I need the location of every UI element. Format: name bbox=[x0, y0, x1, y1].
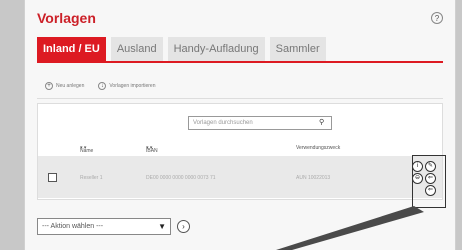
column-purpose: Verwendungszweck bbox=[296, 145, 341, 151]
row-name: Reseller 1 bbox=[80, 175, 103, 181]
tab-underline bbox=[37, 61, 443, 63]
search-icon[interactable]: ⚲ bbox=[319, 118, 324, 126]
dropdown-arrow-icon: ▼ bbox=[158, 222, 166, 231]
section-divider bbox=[37, 98, 443, 99]
plus-icon: + bbox=[45, 82, 53, 90]
tab-bar: Inland / EU Ausland Handy-Aufladung Samm… bbox=[37, 37, 326, 61]
import-templates-label: Vorlagen importieren bbox=[109, 83, 156, 89]
bulk-action-select[interactable]: --- Aktion wählen --- ▼ bbox=[37, 218, 171, 235]
column-name[interactable]: Name ▾ ▾ bbox=[80, 145, 93, 154]
table-row[interactable]: Reseller 1 DE00 0000 0000 0000 0073 71 A… bbox=[38, 156, 442, 198]
table-header: Name ▾ ▾ IBAN ▾ ▾ Verwendungszweck bbox=[38, 142, 442, 154]
search-input[interactable]: Vorlagen durchsuchen bbox=[188, 116, 332, 130]
column-iban[interactable]: IBAN ▾ ▾ bbox=[146, 145, 158, 154]
templates-panel: Vorlagen ? Inland / EU Ausland Handy-Auf… bbox=[24, 0, 456, 250]
action-links: + Neu anlegen ↓ Vorlagen importieren bbox=[45, 82, 156, 90]
templates-table: Vorlagen durchsuchen ⚲ Name ▾ ▾ IBAN ▾ ▾… bbox=[37, 103, 443, 200]
bulk-go-button[interactable]: › bbox=[177, 220, 190, 233]
row-purpose: AUN 10022013 bbox=[296, 175, 331, 181]
new-template-link[interactable]: + Neu anlegen bbox=[45, 82, 84, 90]
tab-handy-aufladung[interactable]: Handy-Aufladung bbox=[167, 37, 265, 61]
row-iban: DE00 0000 0000 0000 0073 71 bbox=[146, 175, 216, 181]
tab-sammler[interactable]: Sammler bbox=[269, 37, 326, 61]
highlight-frame bbox=[412, 155, 446, 208]
tab-inland-eu[interactable]: Inland / EU bbox=[37, 37, 106, 61]
import-templates-link[interactable]: ↓ Vorlagen importieren bbox=[98, 82, 156, 90]
page-title: Vorlagen bbox=[37, 10, 96, 26]
row-checkbox[interactable] bbox=[48, 173, 57, 182]
import-icon: ↓ bbox=[98, 82, 107, 90]
new-template-label: Neu anlegen bbox=[56, 83, 85, 89]
bulk-action-value: --- Aktion wählen --- bbox=[42, 223, 104, 230]
help-icon[interactable]: ? bbox=[431, 12, 443, 24]
tab-ausland[interactable]: Ausland bbox=[110, 37, 163, 61]
